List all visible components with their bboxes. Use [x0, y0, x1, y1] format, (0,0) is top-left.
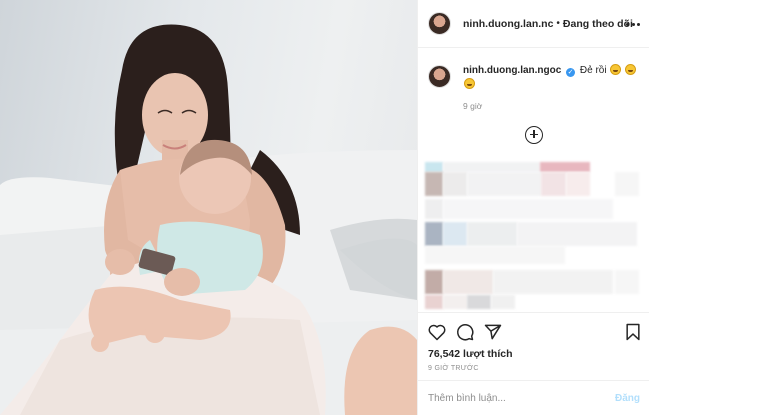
rolling-on-floor-laughing-emoji [464, 78, 475, 89]
comment-icon[interactable] [455, 322, 475, 342]
plus-circle-icon[interactable] [525, 126, 543, 144]
heart-icon[interactable] [427, 322, 447, 342]
post-side-panel: ninh.duong.lan.nc • Đang theo dõi ninh.d… [417, 0, 650, 415]
post-photo[interactable] [0, 0, 417, 415]
like-count[interactable]: 76,542 lượt thích [428, 348, 513, 360]
author-username[interactable]: ninh.duong.lan.nc [463, 18, 553, 30]
header-separator: • [556, 18, 560, 29]
caption-text: ninh.duong.lan.ngoc ✓ Đẻ rồi [463, 64, 637, 92]
bookmark-icon[interactable] [623, 322, 643, 342]
page-background [649, 0, 770, 415]
blurred-comments-region [425, 162, 643, 310]
post-comment-button[interactable]: Đăng [615, 393, 640, 404]
caption-username[interactable]: ninh.duong.lan.ngoc [463, 65, 561, 76]
following-status-button[interactable]: Đang theo dõi [563, 18, 633, 30]
author-avatar[interactable] [428, 12, 451, 35]
comment-input[interactable] [428, 393, 615, 404]
caption-avatar[interactable] [428, 65, 451, 88]
verified-badge-icon: ✓ [566, 68, 576, 77]
caption-time[interactable]: 9 giờ [463, 101, 643, 111]
post-caption: ninh.duong.lan.ngoc ✓ Đẻ rồi 9 giờ [428, 64, 643, 111]
post-actions: 76,542 lượt thích 9 GIỜ TRƯỚC Đăng [418, 312, 650, 415]
caption-body: Đẻ rồi [579, 65, 607, 76]
rolling-on-floor-laughing-emoji [610, 64, 622, 75]
post-timestamp[interactable]: 9 GIỜ TRƯỚC [428, 365, 479, 372]
post-header: ninh.duong.lan.nc • Đang theo dõi [418, 0, 650, 48]
comment-bar: Đăng [418, 380, 650, 415]
rolling-on-floor-laughing-emoji [625, 64, 637, 75]
more-horizontal-icon[interactable] [626, 17, 640, 31]
photo-illustration [0, 24, 417, 415]
paper-plane-icon[interactable] [483, 322, 503, 342]
